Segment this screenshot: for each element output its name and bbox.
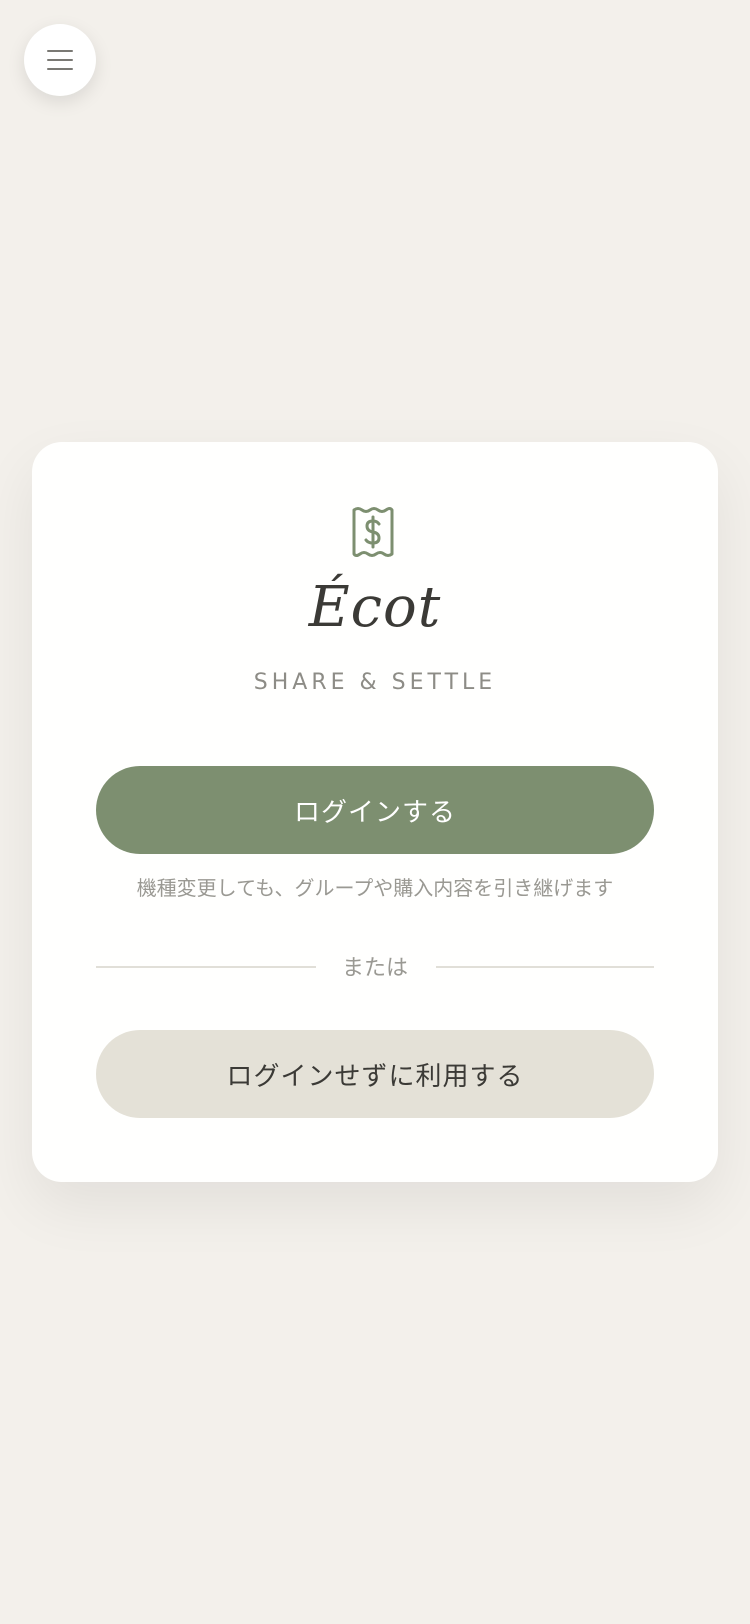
hamburger-menu-icon: [47, 50, 73, 70]
login-card: Écot SHARE & SETTLE ログインする 機種変更しても、グループや…: [32, 442, 718, 1182]
receipt-dollar-icon: [352, 507, 394, 557]
divider-line-right: [436, 966, 654, 968]
app-tagline: SHARE & SETTLE: [253, 670, 497, 695]
login-button[interactable]: ログインする: [96, 766, 654, 854]
menu-button[interactable]: [24, 24, 96, 96]
app-title: Écot: [308, 575, 442, 640]
login-hint-text: 機種変更しても、グループや購入内容を引き継げます: [136, 876, 614, 900]
guest-login-button[interactable]: ログインせずに利用する: [96, 1030, 654, 1118]
